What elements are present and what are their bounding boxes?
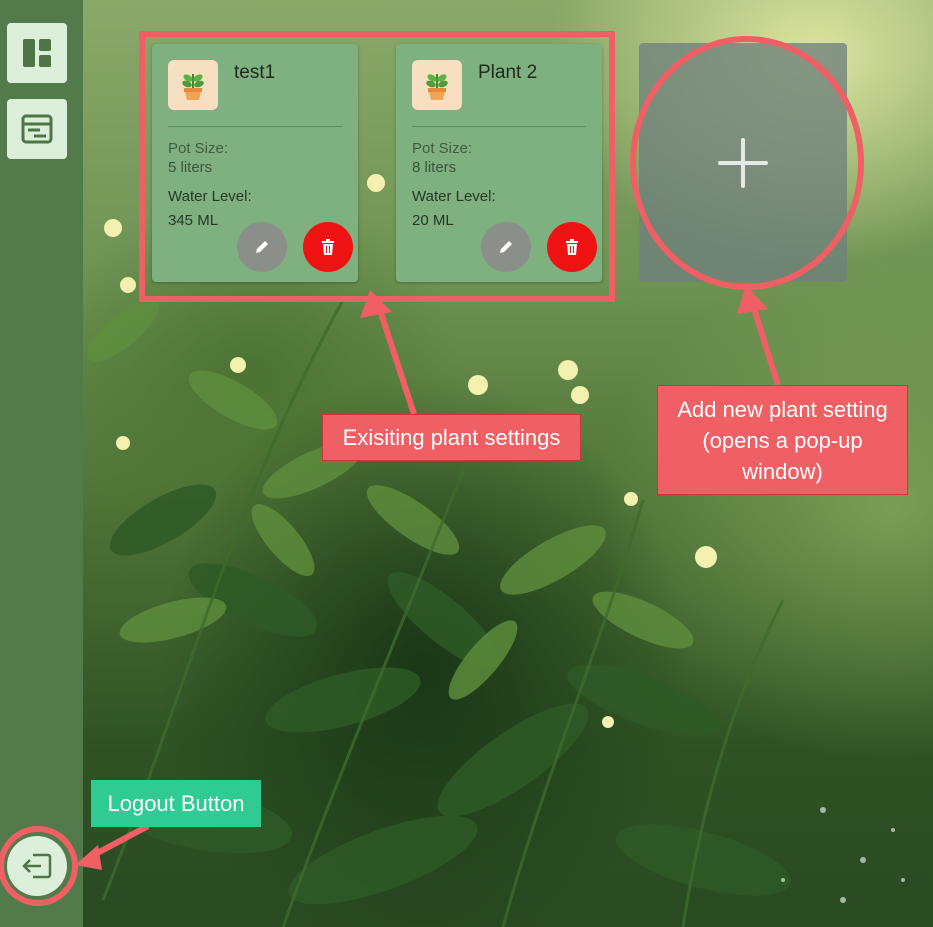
water-level-label: Water Level:: [168, 188, 252, 205]
trash-icon: [566, 239, 578, 255]
plant-card: test1 Pot Size: 5 liters Water Level: 34…: [152, 44, 358, 282]
add-plant-button[interactable]: [639, 43, 847, 282]
water-level-value: 345 ML: [168, 212, 219, 229]
logout-icon: [22, 853, 52, 879]
card-divider: [168, 126, 342, 127]
sidebar: [0, 0, 83, 927]
pot-size-label: Pot Size:: [168, 140, 229, 157]
plant-name: test1: [234, 62, 276, 83]
edit-plant-button[interactable]: [237, 222, 287, 272]
edit-plant-button[interactable]: [481, 222, 531, 272]
pot-size-value: 8 liters: [412, 159, 457, 176]
potted-plant-icon: [412, 60, 462, 110]
annotation-line: Add new plant setting: [677, 397, 888, 422]
card-divider: [412, 126, 586, 127]
plant-card: Plant 2 Pot Size: 8 liters Water Level: …: [396, 44, 602, 282]
logout-button[interactable]: [7, 836, 67, 896]
pot-size-value: 5 liters: [168, 159, 213, 176]
annotation-line: (opens a pop-up: [702, 428, 863, 453]
plus-icon: [718, 137, 768, 188]
annotation-add-plant: Add new plant setting (opens a pop-up wi…: [657, 385, 908, 495]
schedule-icon: [21, 114, 53, 144]
sidebar-item-dashboard[interactable]: [7, 23, 67, 83]
pot-size-label: Pot Size:: [412, 140, 473, 157]
delete-plant-button[interactable]: [547, 222, 597, 272]
annotation-existing-settings: Exisiting plant settings: [322, 414, 581, 461]
water-level-value: 20 ML: [412, 212, 454, 229]
pencil-icon: [256, 241, 268, 253]
pencil-icon: [500, 241, 512, 253]
delete-plant-button[interactable]: [303, 222, 353, 272]
annotation-line: window): [742, 459, 823, 484]
dashboard-icon: [23, 39, 51, 67]
water-level-label: Water Level:: [412, 188, 496, 205]
trash-icon: [322, 239, 334, 255]
sidebar-item-schedule[interactable]: [7, 99, 67, 159]
potted-plant-icon: [168, 60, 218, 110]
plant-name: Plant 2: [478, 62, 538, 83]
annotation-logout: Logout Button: [91, 780, 261, 827]
